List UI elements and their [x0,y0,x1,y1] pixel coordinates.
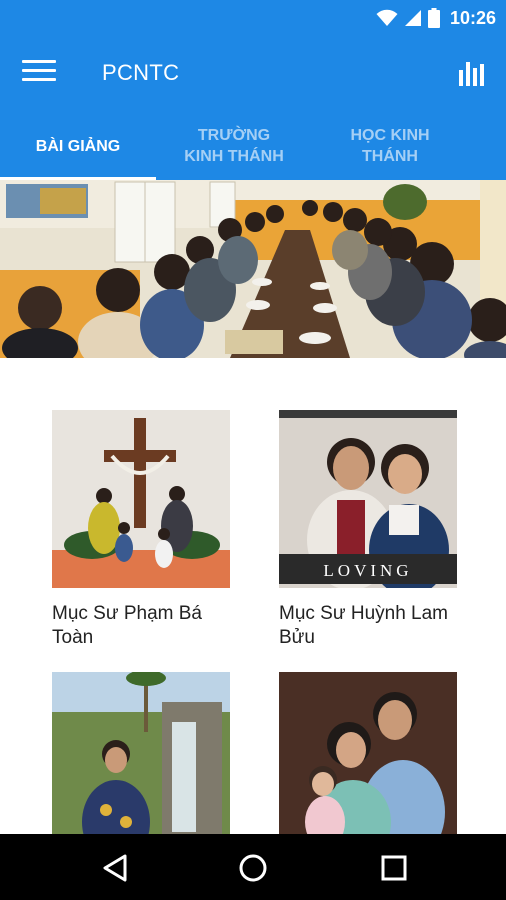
wifi-icon [376,9,398,26]
tab-truong-kinh-thanh[interactable]: Trường Kinh Thánh [156,112,312,180]
pastor-card[interactable]: Mục Sư Phạm Bá Toàn [52,410,230,650]
app-title: PCNTC [102,60,180,85]
pastor-card[interactable] [279,672,457,834]
signal-icon [404,10,421,26]
home-icon[interactable] [235,850,271,886]
battery-icon [427,8,440,28]
tab-label: Bài Giảng [35,137,121,155]
tab-bai-giang[interactable]: Bài Giảng [0,112,156,180]
pastor-card[interactable]: LOVING Mục Sư Huỳnh Lam Bửu [279,410,457,650]
status-bar: 10:26 [0,0,506,36]
pastor-photo [279,672,457,834]
tab-label: Học Kinh Thánh [350,127,430,165]
status-time: 10:26 [449,7,496,28]
pastor-name: Mục Sư Huỳnh Lam Bửu [279,603,449,648]
back-icon[interactable] [97,850,133,886]
pastor-name: Mục Sư Phạm Bá Toàn [52,603,202,648]
system-nav-bar [0,834,506,900]
pastor-grid: Mục Sư Phạm Bá Toàn LOVING Mục Sư Huỳnh … [0,358,506,834]
pastor-photo [52,410,230,588]
pastor-photo [52,672,230,834]
app-bar: PCNTC [0,36,506,112]
loving-caption: LOVING [323,561,412,580]
tab-bar: Bài Giảng Trường Kinh Thánh Học Kinh Thá… [0,112,506,180]
status-icons: 10:26 [376,6,496,30]
tab-hoc-kinh-thanh[interactable]: Học Kinh Thánh [312,112,468,180]
pastor-card[interactable] [52,672,230,834]
bar-chart-icon[interactable] [458,58,488,88]
pastor-photo: LOVING [279,410,457,588]
banner-group-photo [0,180,506,358]
recents-icon[interactable] [376,850,412,886]
banner-image [0,180,506,358]
tab-label: Trường Kinh Thánh [184,127,284,165]
menu-icon[interactable] [22,60,56,88]
